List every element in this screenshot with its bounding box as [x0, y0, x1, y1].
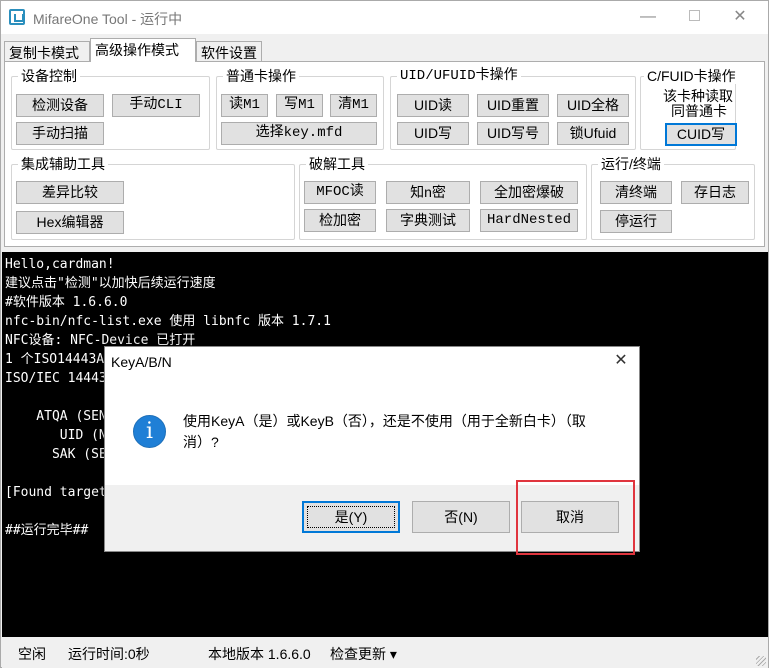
- diff-compare-button[interactable]: 差异比较: [16, 181, 124, 204]
- clear-terminal-button[interactable]: 清终端: [600, 181, 672, 204]
- group-label: 集成辅助工具: [18, 156, 108, 172]
- group-run-terminal: 运行/终端 清终端 存日志 停运行: [591, 156, 755, 240]
- status-bar: 空闲 运行时间:0秒 本地版本 1.6.6.0 检查更新 ▾: [2, 637, 768, 668]
- title-bar[interactable]: MifareOne Tool - 运行中 — ✕: [1, 1, 768, 34]
- highlight-annotation: [516, 480, 635, 555]
- group-crack-tools: 破解工具 MFOC读 知n密 全加密爆破 检加密 字典测试 HardNested: [299, 156, 587, 240]
- write-m1-button[interactable]: 写M1: [276, 94, 323, 117]
- full-crack-button[interactable]: 全加密爆破: [480, 181, 578, 204]
- group-label: 破解工具: [306, 156, 368, 172]
- known-key-button[interactable]: 知n密: [386, 181, 470, 204]
- yes-button[interactable]: 是(Y): [302, 501, 400, 533]
- main-window: MifareOne Tool - 运行中 — ✕ 复制卡模式 高级操作模式 软件…: [0, 0, 769, 668]
- maximize-button[interactable]: [671, 1, 717, 34]
- group-label: 普通卡操作: [223, 68, 299, 84]
- window-title: MifareOne Tool - 运行中: [33, 11, 183, 27]
- clear-m1-button[interactable]: 清M1: [330, 94, 377, 117]
- lock-ufuid-button[interactable]: 锁Ufuid: [557, 122, 629, 145]
- group-device-control: 设备控制 检测设备 手动CLI 手动扫描: [11, 68, 210, 150]
- console-line: Hello,cardman!: [5, 257, 115, 272]
- select-key-file-button[interactable]: 选择key.mfd: [221, 122, 377, 145]
- status-version: 本地版本 1.6.6.0: [208, 646, 311, 662]
- check-update-dropdown[interactable]: 检查更新 ▾: [330, 644, 397, 664]
- hardnested-button[interactable]: HardNested: [480, 209, 578, 232]
- uid-read-button[interactable]: UID读: [397, 94, 469, 117]
- cfuid-note-line1: 该卡种读取: [663, 88, 733, 104]
- tab-advanced-mode[interactable]: 高级操作模式: [90, 38, 196, 62]
- group-label: C/FUID卡操作: [644, 68, 739, 84]
- tab-settings[interactable]: 软件设置: [196, 41, 262, 61]
- minimize-button[interactable]: —: [625, 1, 671, 34]
- cfuid-note-line2: 同普通卡: [671, 103, 727, 119]
- console-line: #软件版本 1.6.6.0: [5, 295, 128, 310]
- detect-device-button[interactable]: 检测设备: [16, 94, 104, 117]
- resize-grip[interactable]: [756, 656, 766, 666]
- group-label: UID/UFUID卡操作: [397, 68, 521, 84]
- status-state: 空闲: [18, 646, 46, 662]
- mfoc-read-button[interactable]: MFOC读: [304, 181, 376, 204]
- manual-scan-button[interactable]: 手动扫描: [16, 122, 104, 145]
- group-uid-card: UID/UFUID卡操作 UID读 UID重置 UID全格 UID写 UID写号…: [390, 68, 636, 150]
- advanced-tab-panel: 设备控制 检测设备 手动CLI 手动扫描 普通卡操作 读M1 写M1 清M1 选…: [4, 61, 765, 247]
- hex-editor-button[interactable]: Hex编辑器: [16, 211, 124, 234]
- console-line: nfc-bin/nfc-list.exe 使用 libnfc 版本 1.7.1: [5, 314, 331, 329]
- dictionary-test-button[interactable]: 字典测试: [386, 209, 470, 232]
- group-label: 设备控制: [18, 68, 80, 84]
- read-m1-button[interactable]: 读M1: [221, 94, 268, 117]
- maximize-icon: [688, 9, 700, 21]
- close-button[interactable]: ✕: [717, 1, 763, 34]
- dialog-message: 使用KeyA（是）或KeyB（否），还是不使用（用于全新白卡）（取消）?: [183, 413, 586, 450]
- uid-write-button[interactable]: UID写: [397, 122, 469, 145]
- group-integrated-tools: 集成辅助工具 差异比较 Hex编辑器: [11, 156, 295, 240]
- info-icon: i: [133, 415, 166, 448]
- uid-format-button[interactable]: UID全格: [557, 94, 629, 117]
- group-label: 运行/终端: [598, 156, 664, 172]
- save-log-button[interactable]: 存日志: [681, 181, 749, 204]
- manual-cli-button[interactable]: 手动CLI: [112, 94, 200, 117]
- app-icon: [9, 9, 25, 25]
- cuid-write-button[interactable]: CUID写: [665, 123, 737, 146]
- group-cfuid-card: C/FUID卡操作 该卡种读取 同普通卡 CUID写: [640, 68, 739, 150]
- check-key-button[interactable]: 检加密: [304, 209, 376, 232]
- uid-reset-button[interactable]: UID重置: [477, 94, 549, 117]
- group-normal-card: 普通卡操作 读M1 写M1 清M1 选择key.mfd: [216, 68, 384, 150]
- uid-write-number-button[interactable]: UID写号: [477, 122, 549, 145]
- stop-run-button[interactable]: 停运行: [600, 210, 672, 233]
- no-button[interactable]: 否(N): [412, 501, 510, 533]
- dialog-close-button[interactable]: ✕: [603, 347, 639, 377]
- tab-copy-mode[interactable]: 复制卡模式: [4, 41, 90, 61]
- status-runtime: 运行时间:0秒: [68, 646, 150, 662]
- console-line: 建议点击"检测"以加快后续运行速度: [5, 276, 216, 291]
- dialog-title: KeyA/B/N: [111, 354, 172, 370]
